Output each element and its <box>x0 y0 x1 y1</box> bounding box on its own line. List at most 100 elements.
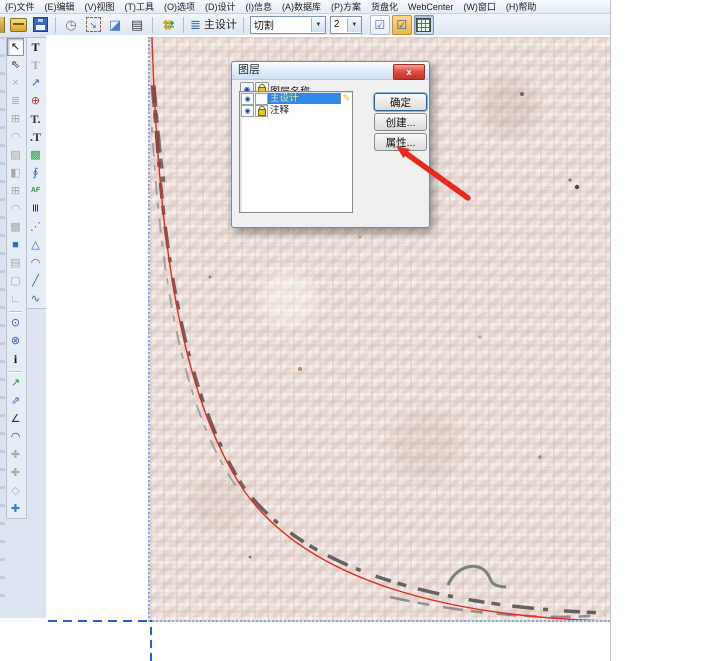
menu-item[interactable]: (E)编辑 <box>40 0 80 13</box>
move-element-tool[interactable]: ✚ <box>7 446 24 464</box>
fence-select-button[interactable]: ↘ <box>83 15 103 35</box>
dialog-titlebar[interactable]: 图层 x <box>232 62 429 80</box>
print-icon <box>10 18 27 32</box>
levels-button[interactable]: ≣ 主设计 <box>189 15 238 35</box>
match-text-attributes-tool[interactable]: .T <box>27 128 44 146</box>
menu-item[interactable]: 货盘化 <box>366 0 403 13</box>
chevron-down-icon[interactable]: ▼ <box>347 18 361 32</box>
save-button[interactable] <box>30 15 50 35</box>
text-tool-column: T T ↗ ⊕ T. <box>26 37 47 309</box>
layer-row[interactable]: ◉ 注释 <box>240 105 352 116</box>
measure-angle-tool[interactable]: ∠ <box>7 410 24 428</box>
move-reference-tool[interactable]: ✚ <box>7 500 24 518</box>
place-point-line-tool[interactable]: ⋰ <box>27 218 44 236</box>
display-text-attributes-tool[interactable]: T. <box>27 110 44 128</box>
place-line-tool[interactable]: ╱ <box>27 272 44 290</box>
place-polygon-tool[interactable]: △ <box>27 236 44 254</box>
sheet-border-dash-horizontal <box>48 620 153 622</box>
level-number-combobox[interactable]: 2 ▼ <box>330 16 362 34</box>
element-info-tool[interactable]: i <box>7 350 24 368</box>
chevron-down-icon[interactable]: ▼ <box>311 18 325 32</box>
history-button[interactable]: ◷ <box>61 15 81 35</box>
extend-arc-tool[interactable]: ◠ <box>7 200 24 218</box>
cell-3d-tool[interactable]: ■ <box>7 236 24 254</box>
toolbar-separator <box>55 17 56 33</box>
measure-distance-tool[interactable]: ⇗ <box>7 392 24 410</box>
menu-item[interactable]: (A)数据库 <box>277 0 326 13</box>
levels-icon: ≣ <box>190 16 201 34</box>
place-block-tool[interactable]: ▢ <box>7 272 24 290</box>
edit-text-tool[interactable]: T <box>27 56 44 74</box>
item-list-button[interactable]: ▤ <box>127 15 147 35</box>
attach-item-tool[interactable]: ∮ <box>27 164 44 182</box>
move-copy-tool[interactable]: ✚ <box>7 464 24 482</box>
workflow-button[interactable]: ⇄⇄ <box>158 15 178 35</box>
sheet-border-dash-vertical <box>150 620 152 661</box>
ok-button[interactable]: 确定 <box>374 93 427 111</box>
menu-item[interactable]: (T)工具 <box>120 0 160 13</box>
dialog-title: 图层 <box>238 64 260 76</box>
menu-item[interactable]: (H)帮助 <box>501 0 542 13</box>
menu-item[interactable]: (V)视图 <box>80 0 120 13</box>
main-toolbar: ◷ ↘ ◪ ▤ ⇄⇄ ≣ 主设计 切割 ▼ 2 ▼ ☑ ☑ <box>0 14 610 36</box>
copy-element-tool[interactable]: ⊞ <box>7 110 24 128</box>
fill-element-tool[interactable]: ◧ <box>7 164 24 182</box>
place-text-tool[interactable]: T <box>27 38 44 56</box>
eye-icon[interactable]: ◉ <box>241 105 254 117</box>
menu-item[interactable]: (O)选项 <box>159 0 200 13</box>
reviewer-check-icon: ☑ <box>397 16 408 34</box>
menu-item[interactable]: (I)信息 <box>241 0 278 13</box>
select-multiple-tool[interactable]: ⇖ <box>7 56 24 74</box>
layer-name[interactable]: 注释 <box>268 105 352 116</box>
toolbar-separator <box>183 17 184 33</box>
move-parallel-tool[interactable]: ◇ <box>7 482 24 500</box>
layer-row[interactable]: ◉ 主设计 ✎ <box>240 93 352 104</box>
create-button[interactable]: 创建... <box>374 113 427 131</box>
layer-name[interactable]: 主设计 <box>268 93 340 104</box>
menu-item[interactable]: (W)窗口 <box>458 0 501 13</box>
place-curve-tool[interactable]: ∿ <box>27 290 44 308</box>
place-arc-tool[interactable]: ◠ <box>27 254 44 272</box>
clipped-toolbar-strip <box>0 37 5 597</box>
menu-item[interactable]: (F)文件 <box>0 0 40 13</box>
match-attributes-tool[interactable]: ↗ <box>7 374 24 392</box>
delete-element-tool[interactable]: × <box>7 74 24 92</box>
fence-select-icon: ↘ <box>86 17 101 32</box>
grid-button[interactable] <box>414 15 434 35</box>
pattern-area-tool[interactable]: ▩ <box>27 146 44 164</box>
layer-list[interactable]: ◉ 主设计 ✎ ◉ 注释 <box>239 91 353 213</box>
reviewer-toggle-button[interactable]: ☑ <box>392 15 412 35</box>
level-number-value: 2 <box>331 19 347 30</box>
menu-item[interactable]: (P)方案 <box>326 0 366 13</box>
solid-view-button[interactable]: ◪ <box>105 15 125 35</box>
place-note-tool[interactable]: ↗ <box>27 74 44 92</box>
workflow-icon: ⇄ <box>158 19 176 30</box>
checklist-icon: ☑ <box>375 16 386 34</box>
text-style-tool[interactable]: AF <box>27 182 44 200</box>
check-toggle-button[interactable]: ☑ <box>370 15 390 35</box>
close-icon: x <box>406 66 411 78</box>
copy-parallel-tool[interactable]: ⊞ <box>7 182 24 200</box>
main-tool-column: ↖ ⇖ × ≣ ⊞ <box>6 37 27 519</box>
dimension-delete-tool[interactable]: ⊗ <box>7 332 24 350</box>
barcode-tool[interactable]: ||| <box>27 200 44 218</box>
cell-group-tool[interactable]: ▤ <box>7 254 24 272</box>
menu-item[interactable]: (D)设计 <box>200 0 241 13</box>
menu-item[interactable]: WebCenter <box>403 2 458 12</box>
lock-checkbox[interactable] <box>255 105 268 117</box>
select-element-tool[interactable]: ↖ <box>7 38 24 56</box>
dimension-center-tool[interactable]: ⊙ <box>7 314 24 332</box>
eye-icon[interactable]: ◉ <box>241 93 254 105</box>
close-button[interactable]: x <box>393 64 425 80</box>
change-attributes-tool[interactable]: ≣ <box>7 92 24 110</box>
drop-pattern-tool[interactable]: ▩ <box>7 218 24 236</box>
measure-radius-tool[interactable]: ◠ <box>7 428 24 446</box>
cut-mode-combobox[interactable]: 切割 ▼ <box>250 16 326 34</box>
modify-arc-tool[interactable]: ◠ <box>7 128 24 146</box>
history-icon: ◷ <box>65 16 76 34</box>
place-steps-tool[interactable]: ∟ <box>7 290 24 308</box>
lock-checkbox[interactable] <box>255 93 268 105</box>
print-button[interactable] <box>8 15 28 35</box>
hatch-area-tool[interactable]: ▨ <box>7 146 24 164</box>
spell-check-tool[interactable]: ⊕ <box>27 92 44 110</box>
